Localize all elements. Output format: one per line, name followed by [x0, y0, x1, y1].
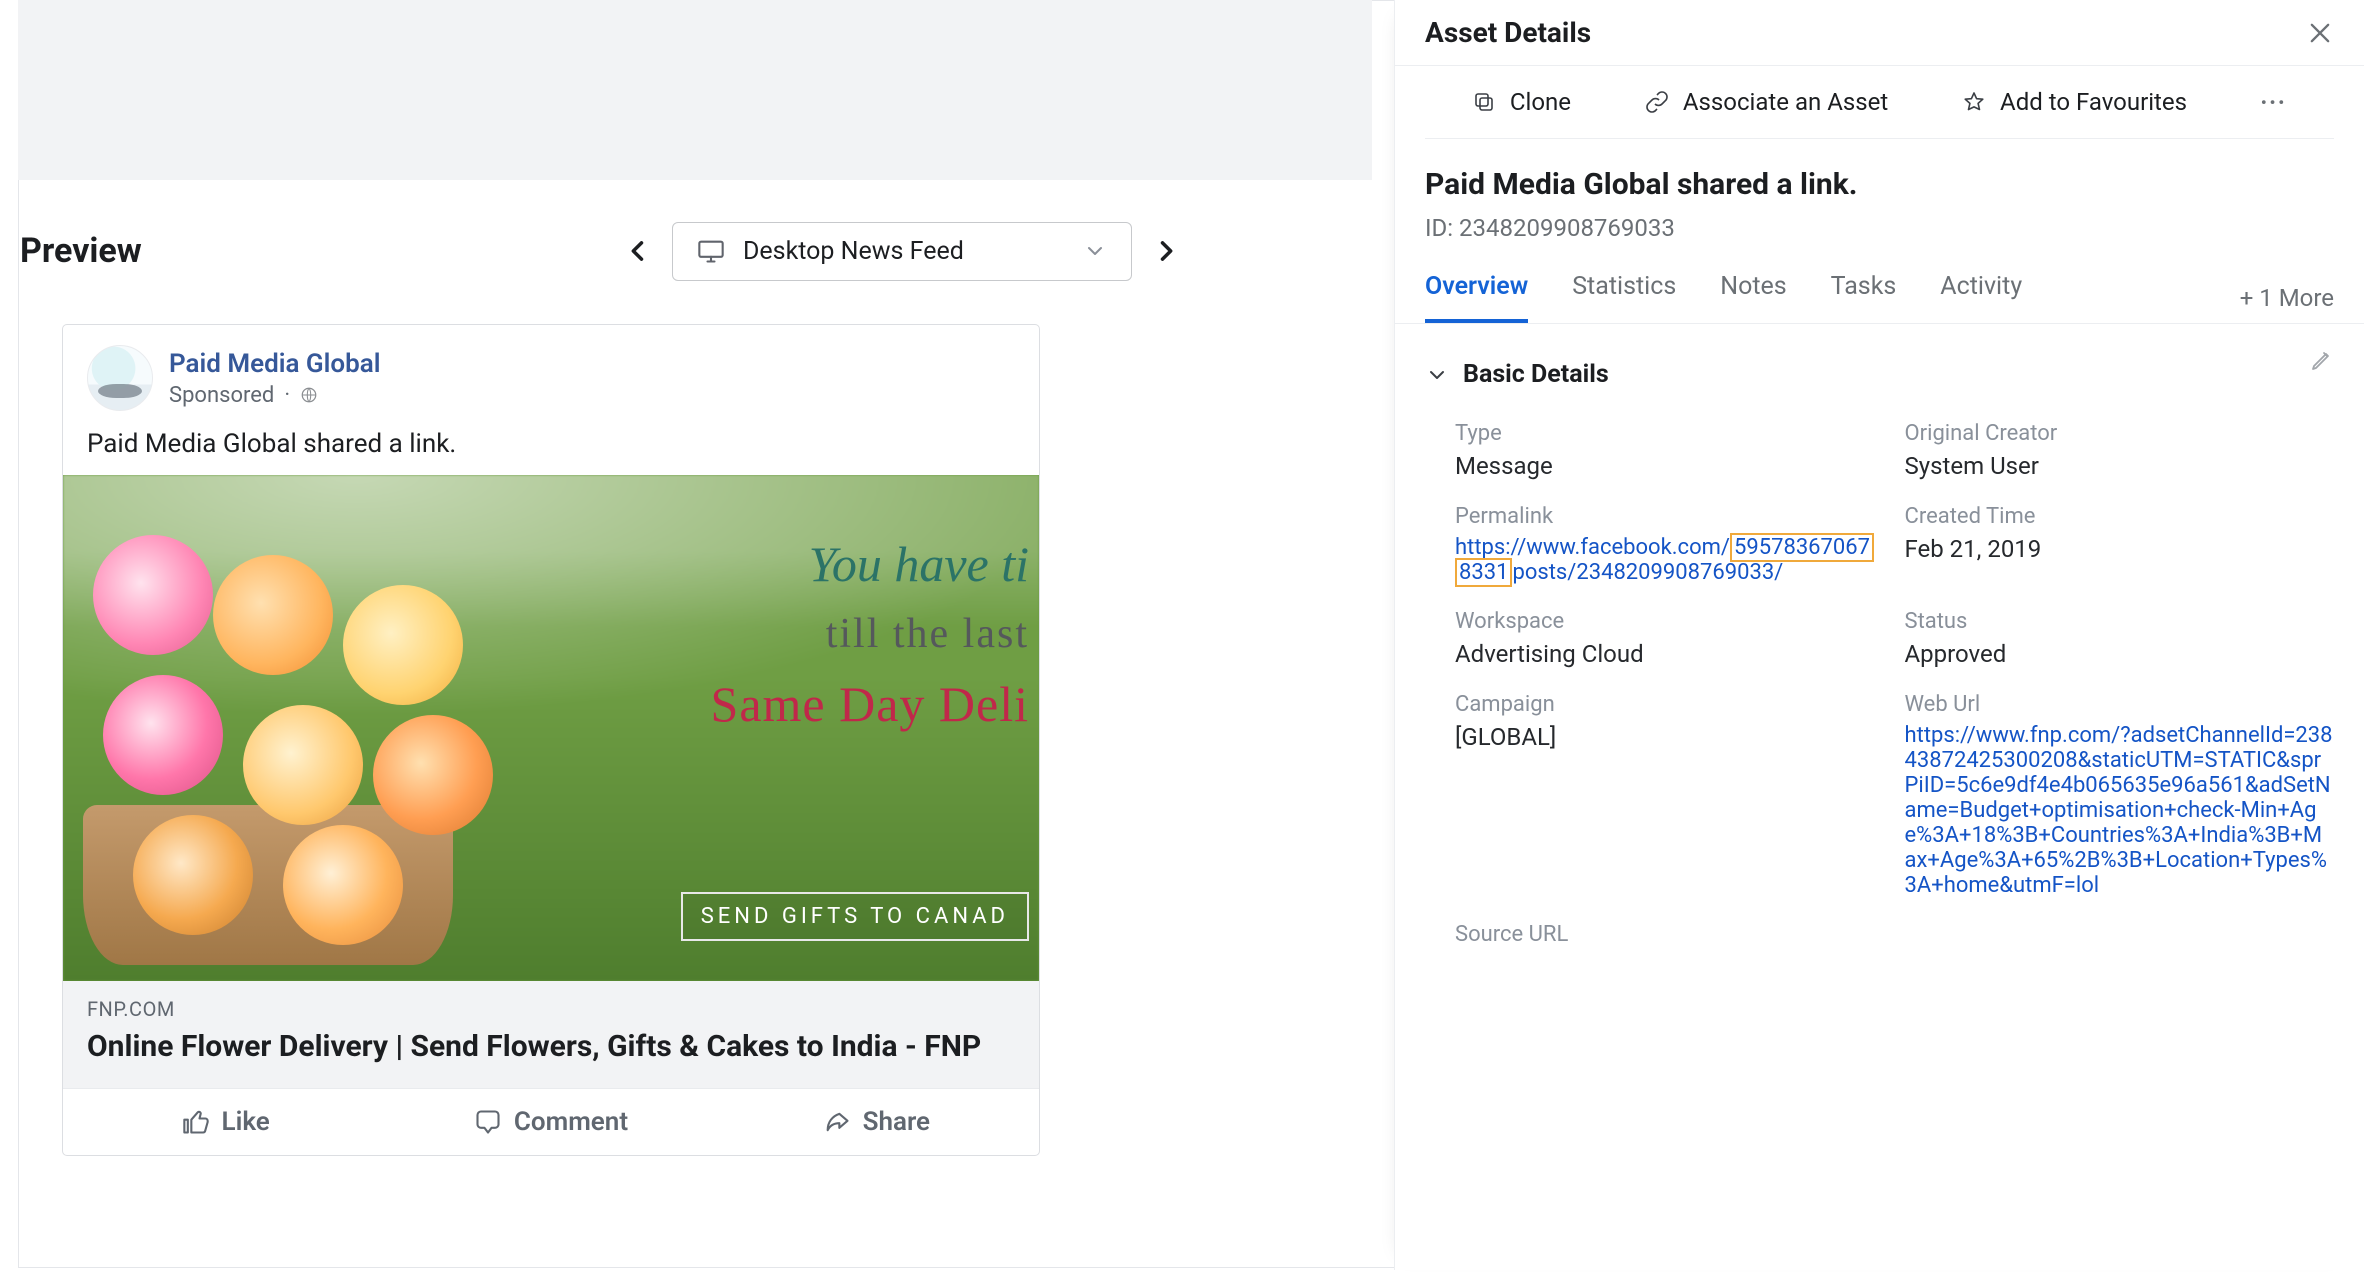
clone-button[interactable]: Clone [1472, 88, 1571, 116]
star-icon [1962, 90, 1986, 114]
ad-link-block[interactable]: FNP.COM Online Flower Delivery | Send Fl… [63, 981, 1039, 1088]
preview-next-button[interactable] [1152, 237, 1180, 265]
chevron-left-icon [624, 237, 652, 265]
tab-overview[interactable]: Overview [1425, 272, 1528, 323]
field-status: Status Approved [1905, 609, 2335, 668]
tab-tasks[interactable]: Tasks [1831, 272, 1897, 323]
field-web-url: Web Url https://www.fnp.com/?adsetChanne… [1905, 692, 2335, 898]
like-label: Like [222, 1107, 270, 1137]
add-favourites-button[interactable]: Add to Favourites [1962, 88, 2187, 116]
field-original-creator: Original Creator System User [1905, 421, 2335, 480]
ad-image[interactable]: You have ti till the last Same Day Deli … [63, 475, 1039, 981]
chevron-down-icon [1083, 239, 1107, 263]
globe-icon [300, 386, 318, 404]
like-button[interactable]: Like [63, 1089, 388, 1155]
panel-title: Asset Details [1425, 16, 1591, 49]
share-button[interactable]: Share [714, 1089, 1039, 1155]
ad-domain: FNP.COM [87, 997, 1015, 1021]
favourite-label: Add to Favourites [2000, 88, 2187, 116]
field-type: Type Message [1455, 421, 1885, 480]
basic-details-grid: Type Message Original Creator System Use… [1395, 395, 2364, 963]
preview-panel: Preview Desktop News Feed [20, 180, 1180, 1260]
clone-label: Clone [1510, 88, 1571, 116]
tab-notes[interactable]: Notes [1720, 272, 1786, 323]
image-overlay-line2: till the last [826, 610, 1029, 658]
like-icon [182, 1108, 210, 1136]
image-overlay-line1: You have ti [809, 535, 1029, 593]
permalink-highlight: 8331 [1455, 558, 1512, 587]
more-actions-button[interactable]: ••• [2261, 93, 2287, 112]
dot-separator: · [284, 383, 290, 408]
ad-preview-card: Paid Media Global Sponsored · Paid Media… [62, 324, 1040, 1156]
close-button[interactable] [2306, 19, 2334, 47]
tabs: Overview Statistics Notes Tasks Activity… [1395, 248, 2364, 324]
pencil-icon [2310, 348, 2334, 372]
tab-statistics[interactable]: Statistics [1572, 272, 1676, 323]
feed-select[interactable]: Desktop News Feed [672, 222, 1132, 281]
bouquet-graphic [63, 495, 563, 955]
associate-asset-button[interactable]: Associate an Asset [1645, 88, 1888, 116]
asset-name: Paid Media Global shared a link. [1425, 167, 2334, 202]
page-name-link[interactable]: Paid Media Global [169, 349, 380, 379]
permalink-link[interactable]: https://www.facebook.com/595783670678331… [1455, 535, 1885, 585]
edit-basic-details-button[interactable] [2310, 348, 2334, 372]
web-url-link[interactable]: https://www.fnp.com/?adsetChannelId=2384… [1905, 723, 2335, 898]
page-avatar[interactable] [87, 345, 153, 411]
close-icon [2306, 19, 2334, 47]
sponsored-label: Sponsored [169, 383, 274, 408]
ellipsis-icon: ••• [2261, 93, 2287, 112]
asset-details-panel: Asset Details Clone Associate an Asset A… [1394, 0, 2364, 1270]
share-label: Share [863, 1107, 930, 1137]
feed-select-label: Desktop News Feed [743, 237, 964, 266]
field-workspace: Workspace Advertising Cloud [1455, 609, 1885, 668]
comment-icon [474, 1108, 502, 1136]
image-overlay-line3: Same Day Deli [711, 675, 1029, 733]
tab-more[interactable]: + 1 More [2240, 284, 2334, 312]
field-source-url: Source URL [1455, 922, 1885, 947]
clone-icon [1472, 90, 1496, 114]
field-created-time: Created Time Feb 21, 2019 [1905, 504, 2335, 585]
link-icon [1645, 90, 1669, 114]
share-icon [823, 1108, 851, 1136]
comment-button[interactable]: Comment [388, 1089, 713, 1155]
section-basic-details: Basic Details [1463, 360, 1609, 389]
tab-activity[interactable]: Activity [1940, 272, 2022, 323]
comment-label: Comment [514, 1107, 628, 1137]
associate-label: Associate an Asset [1683, 88, 1888, 116]
field-permalink: Permalink https://www.facebook.com/59578… [1455, 504, 1885, 585]
ad-body-text: Paid Media Global shared a link. [63, 411, 1039, 475]
chevron-right-icon [1152, 237, 1180, 265]
desktop-icon [697, 237, 725, 265]
preview-prev-button[interactable] [624, 237, 652, 265]
chevron-down-icon[interactable] [1425, 363, 1449, 387]
field-campaign: Campaign [GLOBAL] [1455, 692, 1885, 898]
asset-id: ID: 2348209908769033 [1425, 214, 2334, 242]
image-overlay-cta: SEND GIFTS TO CANAD [681, 892, 1029, 941]
ad-title: Online Flower Delivery | Send Flowers, G… [87, 1027, 1015, 1068]
permalink-highlight: 59578367067 [1730, 533, 1874, 562]
preview-title: Preview [20, 231, 142, 271]
